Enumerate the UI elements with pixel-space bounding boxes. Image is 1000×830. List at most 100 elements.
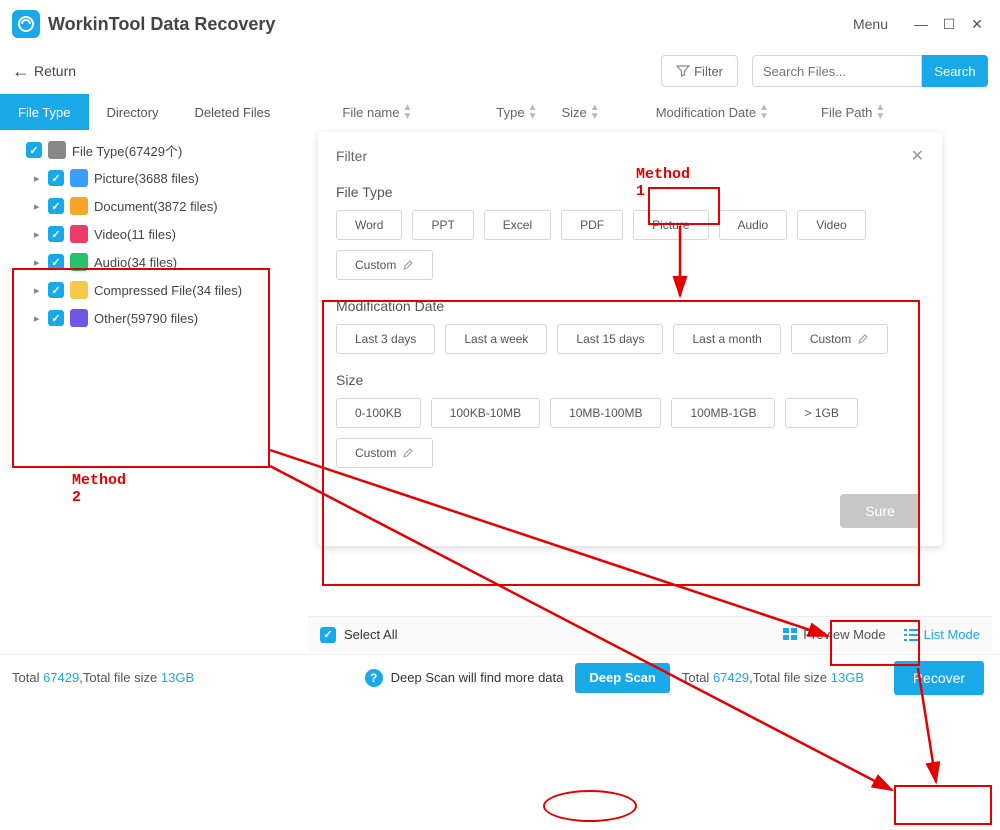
return-arrow-icon: ← — [12, 61, 30, 82]
filter-button[interactable]: Filter — [661, 55, 738, 87]
recover-button[interactable]: Recover — [894, 661, 984, 695]
tree-item[interactable]: ▸ Video(11 files) — [12, 220, 268, 248]
preview-mode-button[interactable]: Preview Mode — [783, 627, 885, 642]
tree-item[interactable]: ▸Document(3872 files) — [12, 192, 268, 220]
close-filter-icon[interactable]: ✕ — [911, 146, 924, 166]
tree-item-label: Audio(34 files) — [94, 255, 177, 270]
checkbox[interactable] — [48, 170, 64, 186]
filter-chip[interactable]: 10MB-100MB — [550, 398, 661, 428]
tree-item-label: Picture(3688 files) — [94, 171, 199, 186]
list-mode-icon — [904, 628, 920, 642]
filter-chip[interactable]: Last a month — [673, 324, 780, 354]
tree-item[interactable]: ▸ Audio(34 files) — [12, 248, 268, 276]
checkbox[interactable] — [48, 310, 64, 326]
col-file-name[interactable]: File name — [342, 105, 399, 120]
tab-deleted-files[interactable]: Deleted Files — [177, 94, 289, 130]
menu-button[interactable]: Menu — [853, 16, 888, 32]
preview-mode-icon — [783, 628, 799, 642]
tree-item-label: Other(59790 files) — [94, 311, 198, 326]
search-wrap: Search — [752, 55, 988, 87]
close-icon[interactable]: ✕ — [966, 16, 988, 33]
caret-icon[interactable]: ▸ — [34, 256, 48, 269]
caret-icon[interactable]: ▸ — [34, 200, 48, 213]
filter-button-label: Filter — [694, 64, 723, 79]
filter-chip[interactable]: Word — [336, 210, 402, 240]
file-type-tree: File Type(67429个) ▸ Picture(3688 files) ▸D… — [12, 136, 268, 332]
filter-chip[interactable]: PDF — [561, 210, 623, 240]
file-category-icon — [70, 225, 88, 243]
tree-item-label: Video(11 files) — [94, 227, 176, 242]
tree-item[interactable]: ▸ Other(59790 files) — [12, 304, 268, 332]
caret-icon[interactable]: ▸ — [34, 284, 48, 297]
caret-icon[interactable]: ▸ — [34, 228, 48, 241]
filter-section-date-label: Modification Date — [336, 298, 924, 314]
filter-chip[interactable]: 0-100KB — [336, 398, 421, 428]
checkbox[interactable] — [26, 142, 42, 158]
status-right: Total 67429,Total file size 13GB — [682, 670, 864, 685]
filter-chip[interactable]: Picture — [633, 210, 708, 240]
deep-scan-button[interactable]: Deep Scan — [575, 663, 669, 693]
filter-chip[interactable]: Audio — [719, 210, 788, 240]
caret-icon[interactable]: ▸ — [34, 172, 48, 185]
checkbox[interactable] — [48, 198, 64, 214]
filter-chip[interactable]: Last a week — [445, 324, 547, 354]
filter-chip[interactable]: Excel — [484, 210, 551, 240]
file-category-icon — [70, 253, 88, 271]
col-mod-date[interactable]: Modification Date — [656, 105, 756, 120]
list-mode-button[interactable]: List Mode — [904, 627, 980, 642]
tabs-row: File Type Directory Deleted Files File n… — [0, 94, 1000, 130]
filter-panel: Filter ✕ File Type Word PPT Excel PDF Pictur… — [318, 132, 942, 546]
sort-icon[interactable]: ▲▼ — [759, 103, 769, 121]
top-toolbar: ← Return Filter Search — [0, 48, 1000, 94]
tree-item[interactable]: ▸ Picture(3688 files) — [12, 164, 268, 192]
filter-section-type-label: File Type — [336, 184, 924, 200]
filter-section-size-label: Size — [336, 372, 924, 388]
filter-chip[interactable]: 100MB-1GB — [671, 398, 775, 428]
deep-scan-hint: Deep Scan will find more data — [391, 670, 564, 685]
info-icon: ? — [365, 669, 383, 687]
col-size[interactable]: Size — [561, 105, 586, 120]
tab-directory[interactable]: Directory — [89, 94, 177, 130]
caret-icon[interactable]: ▸ — [34, 312, 48, 325]
checkbox[interactable] — [48, 282, 64, 298]
sort-icon[interactable]: ▲▼ — [590, 103, 600, 121]
filter-chip[interactable]: > 1GB — [785, 398, 857, 428]
return-button[interactable]: ← Return — [12, 61, 76, 82]
tree-item-label: Compressed File(34 files) — [94, 283, 242, 298]
filter-chip[interactable]: Last 3 days — [336, 324, 435, 354]
tree-root[interactable]: File Type(67429个) — [12, 136, 268, 164]
minimize-icon[interactable]: — — [910, 16, 932, 32]
filter-chip[interactable]: Video — [797, 210, 865, 240]
col-type[interactable]: Type — [496, 105, 524, 120]
filter-panel-title: Filter — [336, 148, 367, 164]
file-category-icon — [70, 197, 88, 215]
filter-chip[interactable]: Custom — [791, 324, 888, 354]
filter-chip[interactable]: 100KB-10MB — [431, 398, 540, 428]
checkbox[interactable] — [48, 226, 64, 242]
sort-icon[interactable]: ▲▼ — [875, 103, 885, 121]
select-all-checkbox[interactable] — [320, 627, 336, 643]
search-button[interactable]: Search — [922, 55, 988, 87]
filter-chip[interactable]: Custom — [336, 250, 433, 280]
edit-icon — [857, 333, 869, 345]
options-bar: Select All Preview Mode List Mode — [308, 616, 992, 652]
filter-chip[interactable]: Custom — [336, 438, 433, 468]
sort-icon[interactable]: ▲▼ — [528, 103, 538, 121]
filter-icon — [676, 64, 690, 78]
tree-item[interactable]: ▸ Compressed File(34 files) — [12, 276, 268, 304]
edit-icon — [402, 447, 414, 459]
tab-file-type[interactable]: File Type — [0, 94, 89, 130]
checkbox[interactable] — [48, 254, 64, 270]
maximize-icon[interactable]: ☐ — [938, 16, 960, 33]
sort-icon[interactable]: ▲▼ — [402, 103, 412, 121]
sure-button[interactable]: Sure — [840, 494, 920, 528]
select-all-label: Select All — [344, 627, 397, 642]
col-file-path[interactable]: File Path — [821, 105, 872, 120]
file-category-icon — [70, 169, 88, 187]
title-bar: WorkinTool Data Recovery Menu — ☐ ✕ — [0, 0, 1000, 48]
column-headers: File name▲▼ Type▲▼ Size▲▼ Modification D… — [288, 103, 1000, 121]
search-input[interactable] — [752, 55, 922, 87]
filter-chip[interactable]: PPT — [412, 210, 473, 240]
filter-chip[interactable]: Last 15 days — [557, 324, 663, 354]
file-category-icon — [70, 309, 88, 327]
